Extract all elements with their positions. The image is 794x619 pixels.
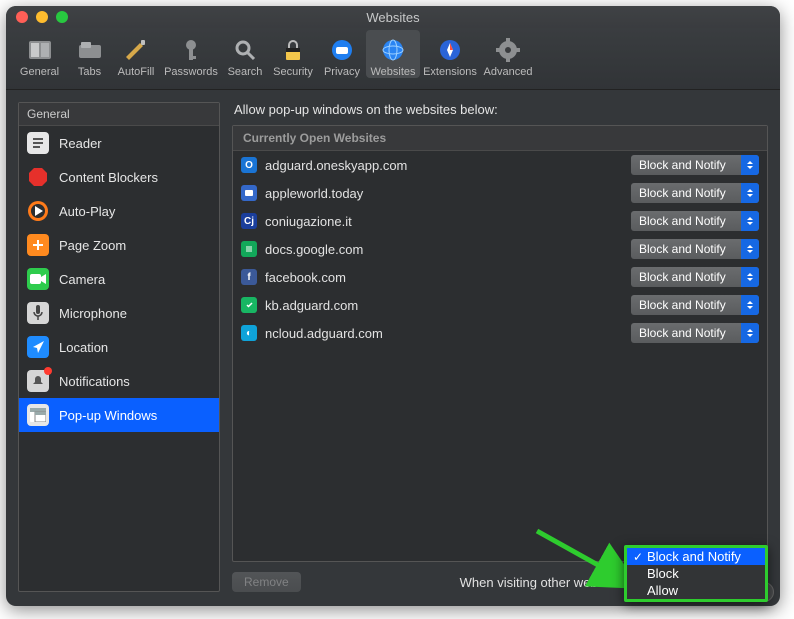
toolbar-search[interactable]: Search — [222, 30, 268, 78]
toolbar-privacy[interactable]: Privacy — [318, 30, 366, 78]
toolbar-general[interactable]: General — [12, 30, 67, 78]
sidebar-item-popup-windows[interactable]: Pop-up Windows — [19, 398, 219, 432]
reader-icon — [27, 132, 49, 154]
site-setting-select[interactable]: Block and Notify — [631, 239, 759, 259]
main-panel: Allow pop-up windows on the websites bel… — [232, 102, 768, 592]
site-row[interactable]: ◐ ncloud.adguard.com Block and Notify — [233, 319, 767, 347]
toolbar: General Tabs AutoFill Passwords — [6, 28, 780, 90]
sidebar: General Reader Content Blockers — [18, 102, 220, 592]
site-setting-select[interactable]: Block and Notify — [631, 211, 759, 231]
favicon-icon — [241, 297, 257, 313]
general-icon — [12, 36, 67, 64]
site-list: O adguard.oneskyapp.com Block and Notify… — [233, 151, 767, 561]
sidebar-item-label: Notifications — [59, 374, 130, 389]
dropdown-option-block[interactable]: Block — [627, 565, 765, 582]
stop-icon — [27, 166, 49, 188]
play-icon — [27, 200, 49, 222]
remove-button[interactable]: Remove — [232, 572, 301, 592]
toolbar-security[interactable]: Security — [268, 30, 318, 78]
location-icon — [27, 336, 49, 358]
sidebar-item-label: Page Zoom — [59, 238, 126, 253]
gear-icon — [480, 36, 536, 64]
toolbar-tabs[interactable]: Tabs — [67, 30, 112, 78]
sidebar-item-camera[interactable]: Camera — [19, 262, 219, 296]
panel-heading: Allow pop-up windows on the websites bel… — [232, 102, 768, 117]
microphone-icon — [27, 302, 49, 324]
site-list-box: Currently Open Websites O adguard.onesky… — [232, 125, 768, 562]
sidebar-item-auto-play[interactable]: Auto-Play — [19, 194, 219, 228]
globe-icon — [366, 36, 420, 64]
sidebar-item-label: Content Blockers — [59, 170, 158, 185]
site-setting-select[interactable]: Block and Notify — [631, 295, 759, 315]
search-icon — [222, 36, 268, 64]
favicon-icon: ◐ — [241, 325, 257, 341]
body: General Reader Content Blockers — [6, 90, 780, 606]
toolbar-passwords[interactable]: Passwords — [160, 30, 222, 78]
site-row[interactable]: kb.adguard.com Block and Notify — [233, 291, 767, 319]
site-row[interactable]: Cj coniugazione.it Block and Notify — [233, 207, 767, 235]
sidebar-item-label: Camera — [59, 272, 105, 287]
site-list-header: Currently Open Websites — [233, 126, 767, 151]
sidebar-header: General — [19, 103, 219, 126]
camera-icon — [27, 268, 49, 290]
site-setting-select[interactable]: Block and Notify — [631, 323, 759, 343]
lock-icon — [268, 36, 318, 64]
compass-icon — [420, 36, 480, 64]
sidebar-item-content-blockers[interactable]: Content Blockers — [19, 160, 219, 194]
other-websites-label: When visiting other websites: — [460, 575, 628, 590]
other-websites-dropdown[interactable]: ✓ Block and Notify Block Allow — [624, 545, 768, 602]
bell-icon — [27, 370, 49, 392]
bottom-row: Remove When visiting other websites: ✓ B… — [232, 572, 768, 592]
sidebar-list: Reader Content Blockers Auto-Play — [19, 126, 219, 591]
sidebar-item-label: Pop-up Windows — [59, 408, 157, 423]
favicon-icon: Cj — [241, 213, 257, 229]
favicon-icon: f — [241, 269, 257, 285]
site-row[interactable]: f facebook.com Block and Notify — [233, 263, 767, 291]
sidebar-item-reader[interactable]: Reader — [19, 126, 219, 160]
favicon-icon — [241, 241, 257, 257]
sidebar-item-microphone[interactable]: Microphone — [19, 296, 219, 330]
key-icon — [160, 36, 222, 64]
preferences-window: Websites General Tabs AutoFill — [6, 6, 780, 606]
sidebar-item-page-zoom[interactable]: Page Zoom — [19, 228, 219, 262]
site-setting-select[interactable]: Block and Notify — [631, 183, 759, 203]
autofill-icon — [112, 36, 160, 64]
toolbar-advanced[interactable]: Advanced — [480, 30, 536, 78]
sidebar-item-label: Microphone — [59, 306, 127, 321]
dropdown-option-block-and-notify[interactable]: ✓ Block and Notify — [627, 548, 765, 565]
site-setting-select[interactable]: Block and Notify — [631, 267, 759, 287]
window-icon — [27, 404, 49, 426]
dropdown-option-allow[interactable]: Allow — [627, 582, 765, 599]
sidebar-item-location[interactable]: Location — [19, 330, 219, 364]
titlebar: Websites — [6, 6, 780, 28]
toolbar-autofill[interactable]: AutoFill — [112, 30, 160, 78]
sidebar-item-notifications[interactable]: Notifications — [19, 364, 219, 398]
sidebar-item-label: Location — [59, 340, 108, 355]
toolbar-extensions[interactable]: Extensions — [420, 30, 480, 78]
site-row[interactable]: appleworld.today Block and Notify — [233, 179, 767, 207]
site-row[interactable]: docs.google.com Block and Notify — [233, 235, 767, 263]
favicon-icon — [241, 185, 257, 201]
site-setting-select[interactable]: Block and Notify — [631, 155, 759, 175]
window-title: Websites — [6, 10, 780, 25]
privacy-icon — [318, 36, 366, 64]
checkmark-icon: ✓ — [631, 550, 645, 564]
toolbar-websites[interactable]: Websites — [366, 30, 420, 78]
sidebar-item-label: Reader — [59, 136, 102, 151]
tabs-icon — [67, 36, 112, 64]
sidebar-item-label: Auto-Play — [59, 204, 115, 219]
zoom-icon — [27, 234, 49, 256]
site-row[interactable]: O adguard.oneskyapp.com Block and Notify — [233, 151, 767, 179]
favicon-icon: O — [241, 157, 257, 173]
